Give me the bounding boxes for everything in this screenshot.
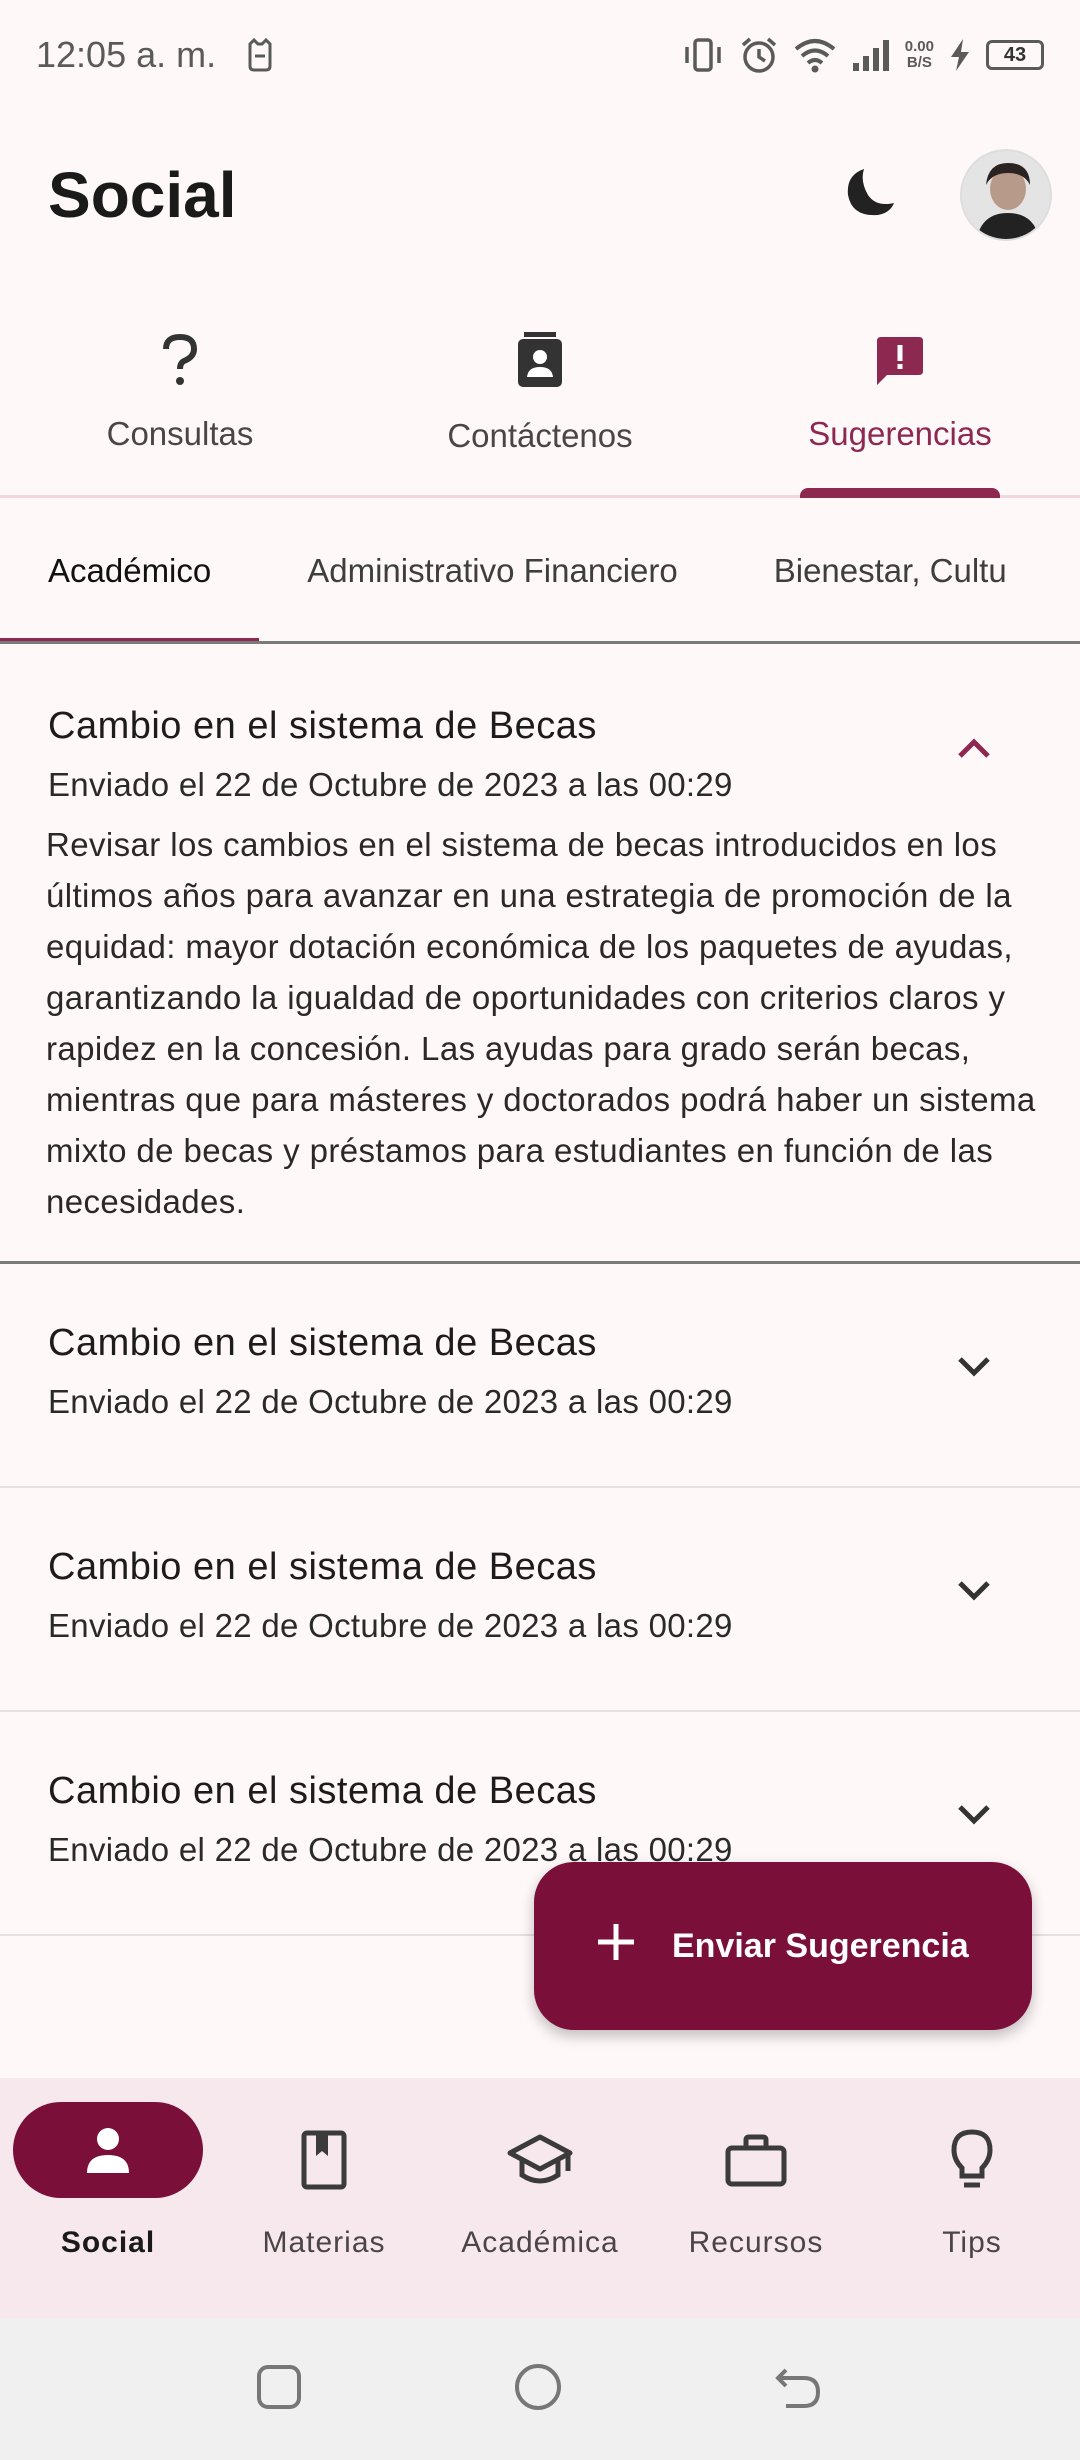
- nav-tips[interactable]: Tips: [864, 2078, 1080, 2318]
- app-bar: Social: [0, 110, 1080, 280]
- tab-consultas-label: Consultas: [106, 414, 254, 452]
- speed-unit: B/S: [906, 54, 932, 71]
- nav-academica-label: Académica: [461, 2226, 619, 2259]
- plus-icon: [594, 1920, 638, 1973]
- book-icon: [301, 2130, 347, 2190]
- nav-recursos-label: Recursos: [688, 2226, 824, 2259]
- category-tabs: Académico Administrativo Financiero Bien…: [0, 500, 1080, 644]
- item-title: Cambio en el sistema de Becas: [48, 1546, 597, 1588]
- signal-icon: [851, 37, 891, 73]
- suggestions-list: Cambio en el sistema de Becas Enviado el…: [0, 647, 1080, 1936]
- tab-academico[interactable]: Académico: [0, 500, 260, 641]
- dark-mode-icon[interactable]: [836, 161, 900, 230]
- charging-icon: [948, 37, 972, 73]
- item-title: Cambio en el sistema de Becas: [48, 705, 597, 747]
- tab-bienestar-cultura[interactable]: Bienestar, Cultu: [726, 500, 1055, 641]
- item-date: Enviado el 22 de Octubre de 2023 a las 0…: [48, 766, 733, 803]
- item-title: Cambio en el sistema de Becas: [48, 1322, 597, 1364]
- bottom-nav: Social Materias Académica Recursos Tips: [0, 2078, 1080, 2318]
- avatar[interactable]: [960, 149, 1052, 241]
- tab-sugerencias[interactable]: Sugerencias: [720, 290, 1080, 498]
- tab-consultas[interactable]: Consultas: [0, 290, 360, 495]
- cat-notification-icon: [246, 38, 274, 72]
- chevron-up-icon[interactable]: [954, 729, 994, 769]
- status-bar: 12:05 a. m. 0.00 B/S 43: [0, 0, 1080, 110]
- briefcase-icon: [725, 2134, 787, 2187]
- nav-recursos[interactable]: Recursos: [648, 2078, 864, 2318]
- nav-social-indicator: [13, 2102, 203, 2198]
- home-icon[interactable]: [511, 2360, 565, 2419]
- person-icon: [87, 2128, 129, 2173]
- question-icon: [160, 333, 200, 395]
- tab-administrativo-financiero[interactable]: Administrativo Financiero: [259, 500, 725, 641]
- recents-icon[interactable]: [254, 2362, 304, 2417]
- speed-value: 0.00: [904, 38, 934, 55]
- list-item-header[interactable]: Cambio en el sistema de Becas Enviado el…: [0, 1488, 1080, 1710]
- feedback-icon: [873, 333, 927, 395]
- avatar-image: [962, 151, 1050, 239]
- item-date: Enviado el 22 de Octubre de 2023 a las 0…: [48, 1383, 733, 1420]
- network-speed: 0.00 B/S: [905, 39, 934, 71]
- item-title: Cambio en el sistema de Becas: [48, 1770, 597, 1812]
- chevron-down-icon[interactable]: [954, 1570, 994, 1610]
- send-suggestion-button[interactable]: Enviar Sugerencia: [534, 1862, 1032, 2030]
- system-nav-bar: [0, 2318, 1080, 2460]
- alarm-icon: [739, 35, 779, 75]
- list-item[interactable]: Cambio en el sistema de Becas Enviado el…: [0, 1488, 1080, 1712]
- nav-social[interactable]: Social: [0, 2078, 216, 2318]
- tab-sugerencias-label: Sugerencias: [808, 414, 992, 452]
- item-date: Enviado el 22 de Octubre de 2023 a las 0…: [48, 1607, 733, 1644]
- tab-contactenos-label: Contáctenos: [447, 416, 633, 454]
- list-item-header[interactable]: Cambio en el sistema de Becas Enviado el…: [0, 647, 1080, 819]
- send-suggestion-label: Enviar Sugerencia: [672, 1926, 969, 1965]
- chevron-down-icon[interactable]: [954, 1794, 994, 1834]
- list-item-header[interactable]: Cambio en el sistema de Becas Enviado el…: [0, 1264, 1080, 1486]
- nav-social-label: Social: [60, 2226, 156, 2259]
- main-tabs: Consultas Contáctenos Sugerencias: [0, 290, 1080, 498]
- list-item: Cambio en el sistema de Becas Enviado el…: [0, 647, 1080, 1264]
- tab-contactenos[interactable]: Contáctenos: [360, 290, 720, 495]
- back-icon[interactable]: [772, 2362, 826, 2417]
- battery-level: 43: [986, 40, 1044, 70]
- vibrate-icon: [681, 37, 725, 73]
- wifi-icon: [793, 37, 837, 73]
- list-item[interactable]: Cambio en el sistema de Becas Enviado el…: [0, 1264, 1080, 1488]
- nav-academica[interactable]: Académica: [432, 2078, 648, 2318]
- lightbulb-icon: [951, 2129, 993, 2188]
- nav-materias-label: Materias: [262, 2226, 386, 2259]
- page-title: Social: [48, 159, 237, 231]
- contact-card-icon: [514, 331, 566, 397]
- status-time: 12:05 a. m.: [36, 34, 217, 75]
- nav-tips-label: Tips: [942, 2226, 1002, 2259]
- graduation-cap-icon: [507, 2134, 573, 2184]
- chevron-down-icon[interactable]: [954, 1346, 994, 1386]
- nav-materias[interactable]: Materias: [216, 2078, 432, 2318]
- item-body: Revisar los cambios en el sistema de bec…: [46, 826, 1036, 1220]
